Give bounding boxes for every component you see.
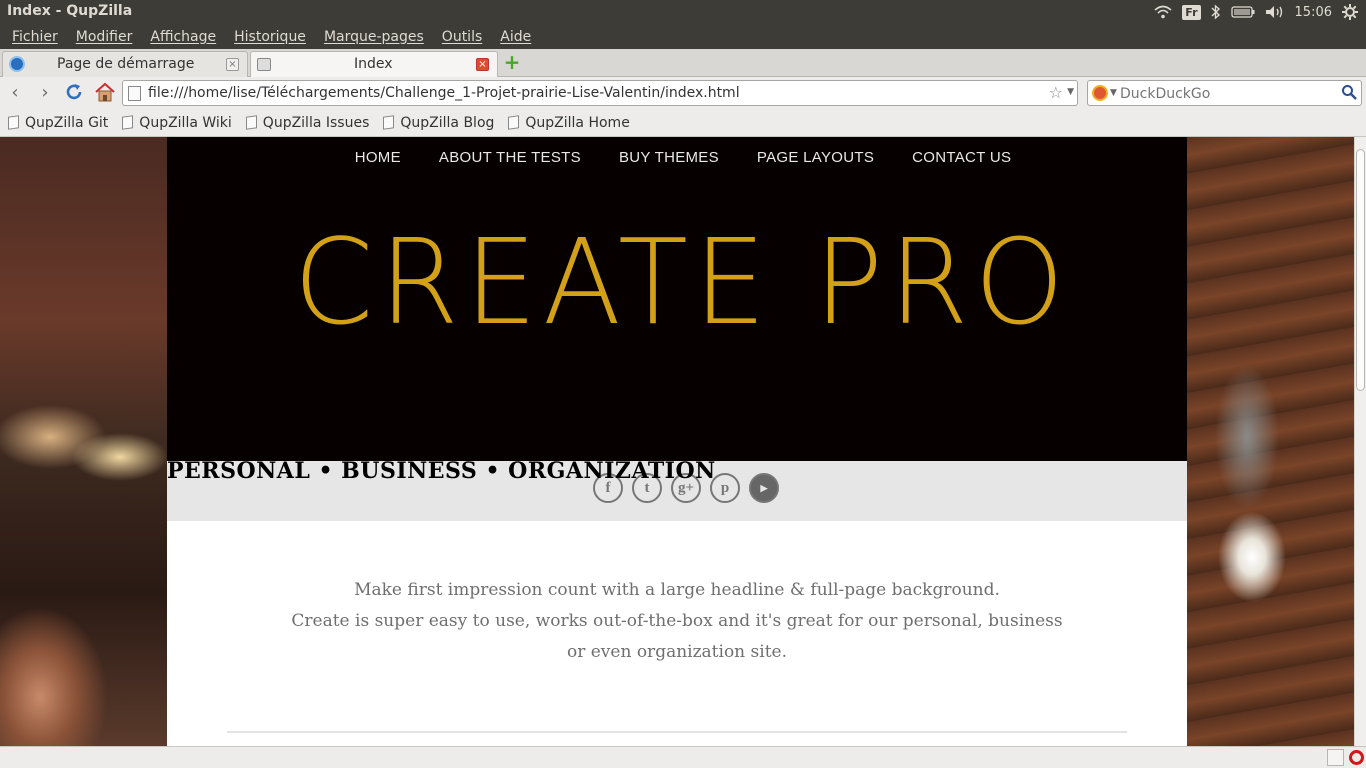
tab-close-button[interactable]: × — [226, 58, 239, 71]
home-icon — [95, 82, 115, 102]
address-bar[interactable]: file:///home/lise/Téléchargements/Challe… — [122, 80, 1078, 106]
bookmark-qupzilla-blog[interactable]: QupZilla Blog — [383, 115, 494, 131]
bookmark-page-icon — [508, 115, 520, 130]
vertical-scrollbar[interactable] — [1354, 137, 1366, 746]
gear-icon[interactable] — [1342, 4, 1358, 20]
page-icon — [257, 58, 271, 71]
bookmark-label: QupZilla Blog — [400, 114, 495, 131]
search-box[interactable]: ▼ — [1087, 80, 1362, 106]
tab-label: Index — [354, 56, 393, 72]
qupzilla-icon — [9, 56, 25, 72]
background-photo-right — [1187, 137, 1354, 746]
battery-icon[interactable] — [1230, 6, 1255, 18]
scrollbar-thumb[interactable] — [1356, 149, 1365, 391]
bluetooth-icon[interactable] — [1211, 4, 1221, 20]
window-title: Index - QupZilla — [7, 3, 133, 19]
intro-line: or even organization site. — [566, 642, 787, 662]
url-text[interactable]: file:///home/lise/Téléchargements/Challe… — [148, 85, 740, 101]
adblock-icon[interactable] — [1349, 750, 1364, 765]
home-button[interactable] — [94, 82, 116, 104]
bookmark-label: QupZilla Home — [525, 114, 630, 131]
bookmark-page-icon — [8, 115, 19, 130]
navigation-toolbar: ‹ › file:///home/lise/Téléchargements/Ch… — [0, 77, 1366, 109]
menu-modifier[interactable]: Modifier — [76, 29, 133, 45]
keyboard-layout-indicator[interactable]: Fr — [1182, 4, 1201, 20]
nav-home[interactable]: HOME — [355, 149, 401, 166]
menu-outils[interactable]: Outils — [442, 29, 482, 45]
back-button[interactable]: ‹ — [4, 82, 26, 104]
chevron-down-icon[interactable]: ▼ — [1067, 87, 1074, 97]
wifi-icon[interactable] — [1154, 5, 1172, 19]
bookmark-page-icon — [245, 115, 257, 130]
intro-text: Make first impression count with a large… — [227, 575, 1127, 668]
status-toggle-box[interactable] — [1327, 749, 1344, 766]
site-logo[interactable]: CREATE PRO — [182, 223, 1171, 341]
system-tray: Fr 15:06 — [1154, 0, 1358, 24]
youtube-icon[interactable]: ▶ — [749, 473, 779, 503]
new-tab-button[interactable]: + — [503, 52, 521, 72]
forward-button[interactable]: › — [34, 82, 56, 104]
bookmark-label: QupZilla Wiki — [139, 114, 232, 131]
page-icon — [128, 86, 141, 101]
bookmarks-bar: QupZilla Git QupZilla Wiki QupZilla Issu… — [0, 109, 1366, 137]
tab-close-button[interactable]: × — [476, 58, 489, 71]
tagline-band: PERSONAL • BUSINESS • ORGANIZATION f t g… — [167, 458, 1187, 521]
tab-index[interactable]: Index × — [250, 51, 498, 77]
menubar: Fichier Modifier Affichage Historique Ma… — [0, 24, 1366, 49]
menu-historique[interactable]: Historique — [234, 29, 306, 45]
bookmark-page-icon — [383, 115, 395, 130]
menu-fichier[interactable]: Fichier — [12, 29, 58, 45]
intro-line: Create is super easy to use, works out-o… — [291, 611, 1063, 631]
tagline: PERSONAL • BUSINESS • ORGANIZATION — [167, 458, 716, 484]
bookmark-page-icon — [122, 115, 134, 130]
site-nav: HOME ABOUT THE TESTS BUY THEMES PAGE LAY… — [167, 149, 1187, 166]
menu-aide[interactable]: Aide — [500, 29, 531, 45]
system-top-bar: Index - QupZilla Fr 15:06 — [0, 0, 1366, 24]
tab-label: Page de démarrage — [57, 56, 195, 72]
tab-start-page[interactable]: Page de démarrage × — [2, 51, 248, 77]
bookmark-star-icon[interactable]: ☆ — [1049, 83, 1063, 102]
status-bar — [0, 746, 1366, 768]
background-photo-left — [0, 137, 167, 746]
search-input[interactable] — [1120, 84, 1330, 103]
nav-page-layouts[interactable]: PAGE LAYOUTS — [757, 149, 874, 166]
section-divider — [227, 731, 1127, 733]
chevron-down-icon[interactable]: ▼ — [1110, 88, 1117, 98]
nav-buy-themes[interactable]: BUY THEMES — [619, 149, 719, 166]
reload-icon — [66, 84, 82, 100]
bookmark-qupzilla-home[interactable]: QupZilla Home — [508, 114, 630, 131]
nav-about-the-tests[interactable]: ABOUT THE TESTS — [439, 149, 581, 166]
intro-line: Make first impression count with a large… — [354, 580, 1000, 600]
clock[interactable]: 15:06 — [1295, 5, 1332, 20]
duckduckgo-icon[interactable] — [1092, 85, 1108, 101]
volume-icon[interactable] — [1265, 5, 1285, 19]
web-viewport[interactable]: HOME ABOUT THE TESTS BUY THEMES PAGE LAY… — [0, 137, 1354, 746]
bookmark-qupzilla-wiki[interactable]: QupZilla Wiki — [122, 115, 232, 131]
tab-bar: Page de démarrage × Index × + — [0, 49, 1366, 77]
bookmark-qupzilla-git[interactable]: QupZilla Git — [8, 115, 108, 131]
bookmark-qupzilla-issues[interactable]: QupZilla Issues — [245, 114, 370, 131]
search-icon[interactable] — [1341, 84, 1357, 104]
site-container: HOME ABOUT THE TESTS BUY THEMES PAGE LAY… — [167, 137, 1187, 746]
menu-affichage[interactable]: Affichage — [150, 29, 216, 45]
bookmark-label: QupZilla Issues — [262, 114, 370, 131]
nav-contact-us[interactable]: CONTACT US — [912, 149, 1011, 166]
bookmark-label: QupZilla Git — [25, 114, 109, 131]
hero-header: HOME ABOUT THE TESTS BUY THEMES PAGE LAY… — [167, 137, 1187, 461]
reload-button[interactable] — [63, 82, 85, 104]
menu-marque-pages[interactable]: Marque-pages — [324, 29, 424, 45]
